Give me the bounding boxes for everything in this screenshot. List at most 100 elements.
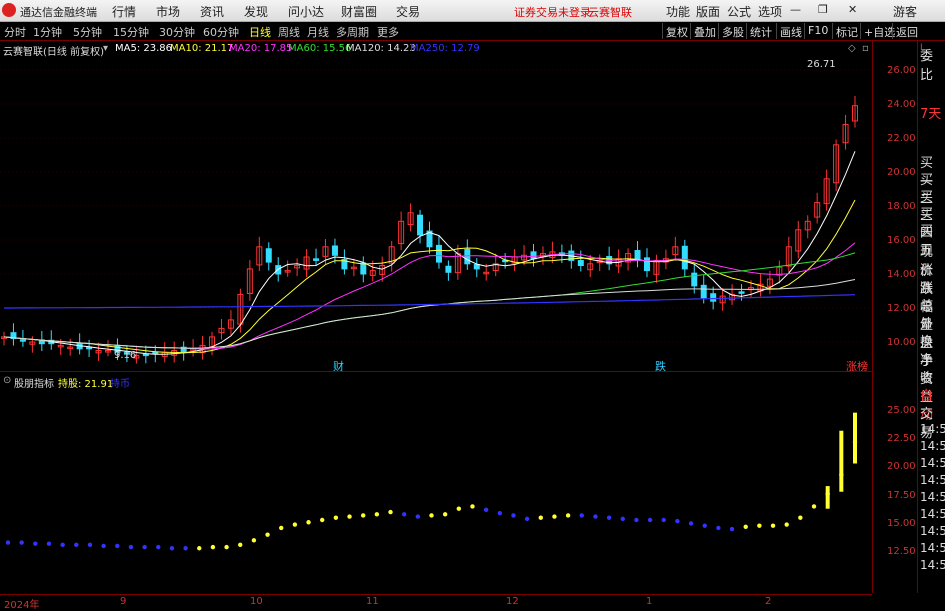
menu-zixun[interactable]: 资讯 [200, 3, 224, 20]
candle-body [142, 353, 149, 357]
hold-status-label: 持币 [110, 379, 130, 390]
restore-icon[interactable]: ❐ [818, 3, 828, 16]
sub-tick: 17.50 [887, 490, 916, 501]
indicator-dot [306, 520, 311, 525]
period-more[interactable]: 更多 [377, 24, 399, 40]
subchart-name: 股朋指标 [14, 379, 54, 390]
indicator-dot [497, 511, 503, 516]
menu-hangqing[interactable]: 行情 [112, 3, 136, 20]
price-axis: 26.00 24.00 22.00 20.00 18.00 16.00 14.0… [872, 41, 916, 593]
ma120-line [3, 279, 856, 349]
candle-body [435, 244, 442, 263]
f10-button[interactable]: F10 [804, 23, 831, 39]
indicator-dot [292, 522, 298, 527]
huaxian-button[interactable]: 画线 [776, 23, 805, 39]
indicator-dot [224, 544, 229, 550]
kline-chart[interactable] [0, 41, 872, 594]
date-tick: 1 [646, 596, 653, 607]
indicator-dot [128, 544, 134, 550]
period-15min[interactable]: 15分钟 [113, 24, 149, 40]
indicator-dot [101, 543, 106, 549]
buy-bar [825, 486, 830, 509]
login-status[interactable]: 证券交易未登录 [514, 4, 591, 20]
indicator-dot [374, 512, 380, 517]
subchart-toggle-icon[interactable]: ⊙ [3, 375, 11, 386]
biaoji-button[interactable]: 标记 [832, 23, 861, 39]
period-fenshi[interactable]: 分时 [4, 24, 26, 40]
period-1min[interactable]: 1分钟 [33, 24, 62, 40]
menu-gongneng[interactable]: 功能 [666, 3, 690, 20]
date-tick: 12 [506, 596, 519, 607]
indicator-dot [483, 507, 489, 513]
ma250-line [4, 294, 856, 309]
candle-body [313, 258, 320, 261]
indicator-dot [415, 514, 421, 519]
back-button[interactable]: 返回 [892, 23, 921, 39]
menu-banmian[interactable]: 版面 [696, 3, 720, 20]
period-60min[interactable]: 60分钟 [203, 24, 239, 40]
app-title: 通达信金融终端 [20, 6, 97, 19]
period-monthly[interactable]: 月线 [307, 24, 329, 40]
sub-tick: 20.00 [887, 461, 916, 472]
candle-body [700, 284, 707, 299]
menu-jiaoyi[interactable]: 交易 [396, 3, 420, 20]
indicator-dot [156, 544, 161, 550]
tick-time: 14:56 [920, 473, 945, 487]
menu-faxian[interactable]: 发现 [244, 3, 268, 20]
menu-shichang[interactable]: 市场 [156, 3, 180, 20]
diejia-button[interactable]: 叠加 [690, 23, 719, 39]
price-tick: 10.00 [887, 337, 916, 348]
indicator-dot [19, 540, 24, 545]
period-multi[interactable]: 多周期 [336, 24, 369, 40]
indicator-dot [60, 542, 65, 548]
indicator-dot [647, 517, 653, 523]
panel-7day: 7天 [920, 107, 942, 122]
indicator-dot [347, 514, 352, 519]
buy-bar [839, 430, 844, 492]
candle-body [577, 260, 584, 267]
candle-body [710, 293, 717, 302]
tick-time: 14:56 [920, 507, 945, 521]
indicator-dot [716, 525, 721, 531]
price-tick: 24.00 [887, 99, 916, 110]
tick-time: 14:56 [920, 490, 945, 504]
period-daily[interactable]: 日线 [249, 24, 271, 40]
price-tick: 12.00 [887, 303, 916, 314]
tick-time: 14:56 [920, 558, 945, 572]
indicator-dot [442, 512, 448, 517]
minimize-icon[interactable]: — [790, 3, 801, 16]
menu-gongshi[interactable]: 公式 [727, 3, 751, 20]
period-weekly[interactable]: 周线 [278, 24, 300, 40]
indicator-dot [729, 526, 735, 532]
menu-xuanxiang[interactable]: 选项 [758, 3, 782, 20]
date-tick: 9 [120, 596, 127, 607]
menu-caifuquan[interactable]: 财富圈 [341, 3, 377, 20]
period-5min[interactable]: 5分钟 [73, 24, 102, 40]
guest-button[interactable]: 游客 [893, 3, 917, 20]
indicator-dot [702, 523, 707, 528]
sub-tick: 12.50 [887, 546, 916, 557]
tongji-button[interactable]: 统计 [746, 23, 775, 39]
menu-wenxiaoda[interactable]: 问小达 [288, 3, 324, 20]
indicator-dot [429, 513, 434, 518]
indicator-dot [620, 516, 625, 522]
sub-tick: 15.00 [887, 518, 916, 529]
menubar: 通达信金融终端 行情 市场 资讯 发现 问小达 财富圈 交易 证券交易未登录 云… [0, 0, 945, 22]
indicator-dot [675, 518, 680, 524]
indicator-dot [743, 524, 748, 529]
candle-body [738, 291, 745, 294]
indicator-dot [634, 517, 639, 523]
duogu-button[interactable]: 多股 [718, 23, 747, 39]
indicator-dot [470, 504, 475, 509]
price-tick: 18.00 [887, 201, 916, 212]
period-30min[interactable]: 30分钟 [159, 24, 195, 40]
indicator-dot [142, 544, 147, 550]
candle-body [473, 264, 480, 270]
indicator-dot [197, 546, 202, 551]
close-icon[interactable]: ✕ [848, 3, 857, 16]
date-tick: 2 [765, 596, 772, 607]
tick-time: 14:56 [920, 541, 945, 555]
indicator-dot [360, 513, 366, 518]
indicator-dot [552, 514, 557, 519]
fuquan-button[interactable]: 复权 [662, 23, 691, 39]
